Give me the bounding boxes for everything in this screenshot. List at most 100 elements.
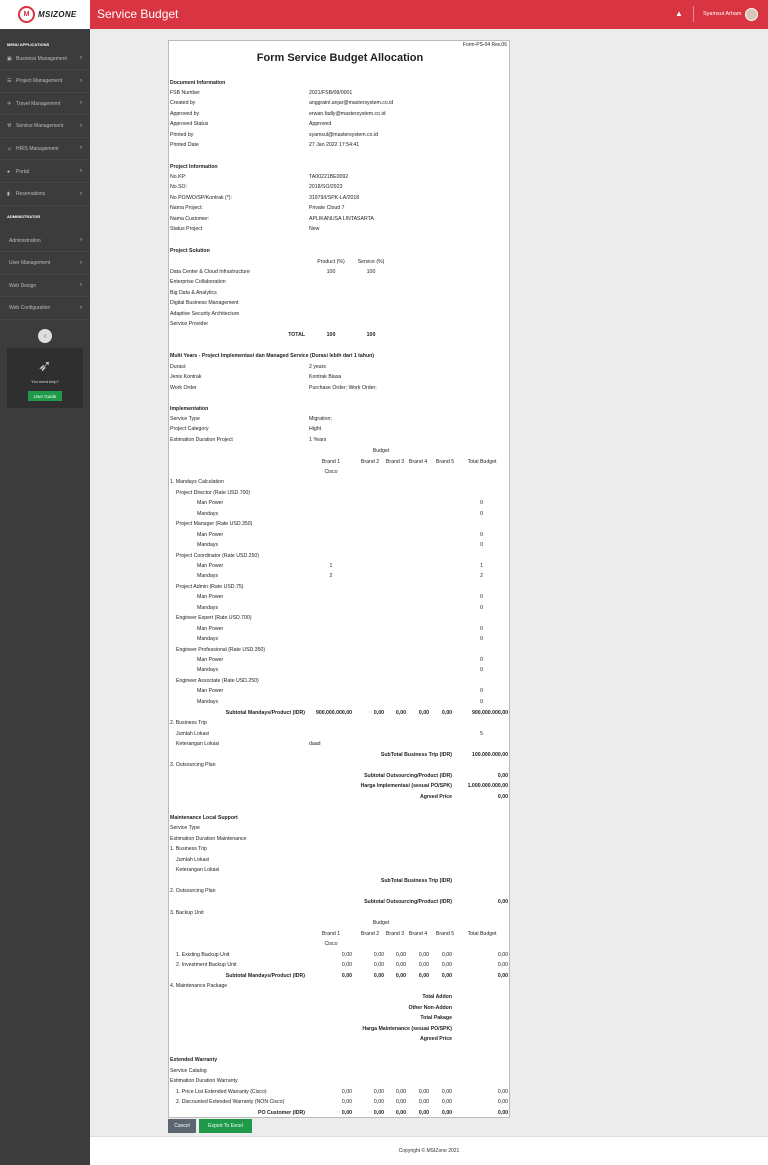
brand-column-header: Brand 1 bbox=[321, 458, 341, 465]
column-header: Service (%) bbox=[357, 259, 385, 265]
amount-cell: 0,00 bbox=[418, 962, 429, 969]
field-value: 5 bbox=[480, 731, 483, 737]
subtotal-label: Subtotal Outsourcing/Product (IDR) bbox=[364, 773, 452, 779]
section-heading: Multi Years - Project Implementasi dan M… bbox=[170, 353, 375, 359]
field-label: Service Type bbox=[170, 416, 200, 422]
mandays-total: 0 bbox=[480, 698, 483, 705]
amount-cell: 0,00 bbox=[418, 1089, 429, 1095]
chevron-right-icon: › bbox=[80, 55, 82, 61]
field-value: TA00221BE0092 bbox=[309, 174, 349, 180]
mandays-brand1: 2 bbox=[329, 573, 333, 580]
admin-item-label: Web Design bbox=[9, 282, 37, 289]
amount-cell: 900.000.000,00 bbox=[315, 710, 352, 716]
field-value: 2021/FSB/08/0001 bbox=[309, 90, 353, 96]
field-label: Jumlah Lokasi bbox=[176, 731, 210, 737]
sidebar-item[interactable]: ▮ Reservations › bbox=[0, 184, 90, 206]
mandays-label: Mandays bbox=[197, 542, 219, 549]
subtotal-value: 0,00 bbox=[497, 773, 508, 779]
field-value: 31979/I/SPK-LA/2018 bbox=[309, 194, 360, 201]
form-title: Form Service Budget Allocation bbox=[256, 52, 424, 64]
section-heading: Project Solution bbox=[170, 248, 210, 254]
role-label: Project Admin (Rate USD.75) bbox=[176, 583, 244, 590]
field-label: Nama Project: bbox=[170, 205, 203, 212]
subtotal-label: SubTotal Business Trip (IDR) bbox=[380, 878, 452, 884]
field-value: Purchase Order; Work Order; bbox=[309, 384, 377, 391]
amount-cell: 0,00 bbox=[395, 1089, 406, 1095]
admin-item[interactable]: User Management › bbox=[0, 253, 90, 275]
sidebar-item[interactable]: ● Portal › bbox=[0, 161, 90, 183]
chevron-right-icon: › bbox=[80, 304, 82, 311]
field-label: Durasi: bbox=[170, 364, 187, 370]
field-value: erwan.fadly@mastersystem.co.id bbox=[309, 110, 386, 117]
field-label: Status Project bbox=[170, 226, 203, 232]
field-label: Approved by bbox=[170, 110, 200, 117]
subsection-title: 2. Business Trip bbox=[170, 720, 207, 726]
cancel-button[interactable]: Cancel bbox=[168, 1119, 196, 1133]
section-heading: Document Information bbox=[170, 80, 226, 86]
amount-cell: 0,00 bbox=[418, 952, 429, 958]
chevron-right-icon: › bbox=[80, 122, 82, 129]
amount-cell: 0,00 bbox=[341, 973, 352, 979]
sidebar-item[interactable]: ▣ Business Management › bbox=[0, 48, 90, 70]
role-label: Engineer Professional (Rate USD.350) bbox=[176, 646, 266, 653]
field-label: Jumlah Lokasi bbox=[176, 857, 210, 863]
solution-name: Enterprise Collaboration bbox=[170, 279, 226, 286]
admin-item[interactable]: Administration › bbox=[0, 230, 90, 252]
admin-item[interactable]: Web Configuration › bbox=[0, 298, 90, 320]
amount-cell: 0,00 bbox=[395, 710, 406, 716]
man-power-label: Man Power bbox=[197, 500, 224, 507]
amount-cell: 0,00 bbox=[395, 973, 406, 979]
role-label: Engineer Expert (Rate USD.700) bbox=[176, 615, 252, 622]
sidebar-item[interactable]: ☰ Project Management › bbox=[0, 71, 90, 93]
collapse-sidebar-button[interactable]: ‹ bbox=[38, 329, 52, 343]
sidebar-item[interactable]: ✈ Travel Management › bbox=[0, 93, 90, 116]
mandays-total: 0 bbox=[480, 667, 483, 674]
sidebar-item-label: HRIS Management bbox=[16, 145, 59, 152]
man-power-label: Man Power bbox=[197, 563, 224, 569]
admin-item[interactable]: Web Design › bbox=[0, 275, 90, 298]
mandays-label: Mandays bbox=[197, 573, 219, 580]
chevron-right-icon: › bbox=[80, 259, 82, 266]
chevron-right-icon: › bbox=[80, 237, 82, 243]
field-value: 1 Years bbox=[309, 436, 327, 443]
user-guide-button[interactable]: User Guide bbox=[28, 391, 62, 401]
amount-cell: 900.000.000,00 bbox=[471, 710, 508, 716]
sidebar-item[interactable]: ☺ HRIS Management › bbox=[0, 138, 90, 161]
globe-icon: ● bbox=[7, 168, 11, 175]
avatar[interactable] bbox=[745, 8, 758, 21]
amount-cell: 0,00 bbox=[373, 710, 384, 716]
amount-cell: 0,00 bbox=[497, 973, 508, 979]
footer: Copyright © MSIZone 2021 bbox=[90, 1136, 768, 1165]
man-power-brand1: 1 bbox=[329, 563, 333, 569]
role-label: Engineer Associate (Rate USD.250) bbox=[176, 677, 259, 684]
wrench-icon: ⚒ bbox=[7, 123, 12, 130]
column-header: Product (%) bbox=[317, 259, 345, 265]
solution-product: 100 bbox=[326, 269, 336, 275]
field-label: Created by bbox=[170, 100, 196, 107]
notification-icon[interactable]: ▲ bbox=[675, 9, 683, 18]
amount-cell: 0,00 bbox=[418, 1110, 429, 1116]
man-power-label: Man Power bbox=[197, 656, 224, 663]
solution-name: Data Center & Cloud Infrastructure bbox=[170, 269, 250, 275]
amount-cell: 0,00 bbox=[497, 1099, 508, 1106]
user-name[interactable]: Syamsul Arham bbox=[703, 11, 742, 17]
amount-cell: 0,00 bbox=[373, 1089, 384, 1095]
field-value: Hight bbox=[309, 426, 322, 433]
subsection-title: 2. Outsourcing Plan bbox=[170, 888, 216, 894]
form-code: Form-PS-04 Rev.06 bbox=[462, 42, 507, 48]
field-label: Service Type bbox=[170, 825, 200, 831]
warranty-row-label: 2. Discounted Extended Warranty (NON Cis… bbox=[176, 1099, 285, 1106]
export-excel-button[interactable]: Export To Excel bbox=[199, 1119, 252, 1133]
briefcase-icon: ▣ bbox=[7, 55, 12, 62]
role-label: Project Coordinator (Rate USD.250) bbox=[176, 552, 260, 559]
field-value: daad bbox=[309, 741, 321, 747]
field-value: Approved bbox=[309, 121, 332, 128]
man-power-total: 1 bbox=[480, 563, 483, 569]
amount-cell: 0,00 bbox=[373, 1099, 384, 1106]
brand-logo[interactable]: M MSIZONE bbox=[0, 0, 90, 29]
backup-row-label: 1. Existing Backup Unit bbox=[176, 952, 230, 958]
sidebar-item[interactable]: ⚒ Service Management › bbox=[0, 116, 90, 138]
chevron-right-icon: › bbox=[80, 100, 82, 107]
amount-cell: 0,00 bbox=[373, 1110, 384, 1116]
subtotal-label: Subtotal Mandays/Product (IDR) bbox=[225, 710, 305, 716]
